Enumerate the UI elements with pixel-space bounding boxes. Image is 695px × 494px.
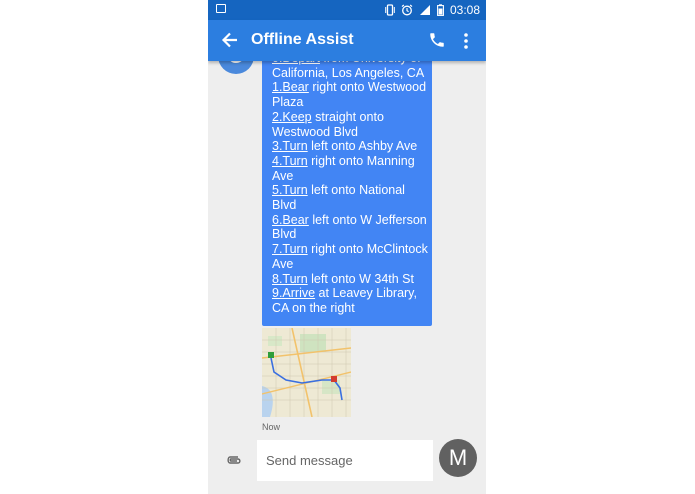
phone-screen: 03:08 Offline Assist O 0.Depart from Uni… <box>208 0 486 494</box>
message-input[interactable] <box>257 440 433 481</box>
signal-icon <box>419 5 430 15</box>
route-map-image <box>262 328 351 417</box>
back-arrow-icon[interactable] <box>221 30 239 50</box>
direction-step: 8.Turn left onto W 34th St <box>272 272 428 287</box>
direction-step: 5.Turn left onto National Blvd <box>272 183 428 212</box>
step-link[interactable]: 1.Bear <box>272 80 309 94</box>
direction-step: 6.Bear left onto W Jefferson Blvd <box>272 213 428 242</box>
status-bar: 03:08 <box>208 0 486 20</box>
step-link[interactable]: 7.Turn <box>272 242 308 256</box>
compose-bar: M <box>208 436 486 494</box>
direction-step: 4.Turn right onto Manning Ave <box>272 154 428 183</box>
step-text: left onto Ashby Ave <box>307 139 418 154</box>
step-text: left onto W 34th St <box>307 271 414 286</box>
alarm-icon <box>401 4 413 16</box>
direction-step: 3.Turn left onto Ashby Ave <box>272 139 428 154</box>
more-vert-icon[interactable] <box>463 32 469 50</box>
step-link[interactable]: 5.Turn <box>272 183 308 197</box>
battery-icon <box>437 4 444 16</box>
step-link[interactable]: 4.Turn <box>272 154 308 168</box>
attach-icon[interactable] <box>224 453 242 467</box>
message-bubble[interactable]: 0.Depart from University of California, … <box>262 48 432 326</box>
step-link[interactable]: 2.Keep <box>272 110 312 124</box>
step-link[interactable]: 3.Turn <box>272 139 308 153</box>
user-avatar[interactable]: M <box>439 439 477 477</box>
direction-step: 1.Bear right onto Westwood Plaza <box>272 80 428 109</box>
step-link[interactable]: 8.Turn <box>272 272 308 286</box>
page-title: Offline Assist <box>251 31 354 48</box>
phone-icon[interactable] <box>428 31 446 49</box>
step-link[interactable]: 9.Arrive <box>272 286 315 300</box>
clock-text: 03:08 <box>449 3 480 17</box>
step-link[interactable]: 6.Bear <box>272 213 309 227</box>
image-icon <box>216 4 226 13</box>
direction-step: 2.Keep straight onto Westwood Blvd <box>272 110 428 139</box>
vibrate-icon <box>385 4 395 16</box>
app-bar: Offline Assist <box>208 20 486 61</box>
user-initial: M <box>448 445 468 470</box>
direction-step: 7.Turn right onto McClintock Ave <box>272 242 428 271</box>
directions-list: 0.Depart from University of California, … <box>272 51 428 316</box>
status-icons: 03:08 <box>385 0 480 20</box>
map-thumbnail[interactable] <box>262 328 351 417</box>
direction-step: 9.Arrive at Leavey Library, CA on the ri… <box>272 286 428 315</box>
message-timestamp: Now <box>262 422 281 432</box>
